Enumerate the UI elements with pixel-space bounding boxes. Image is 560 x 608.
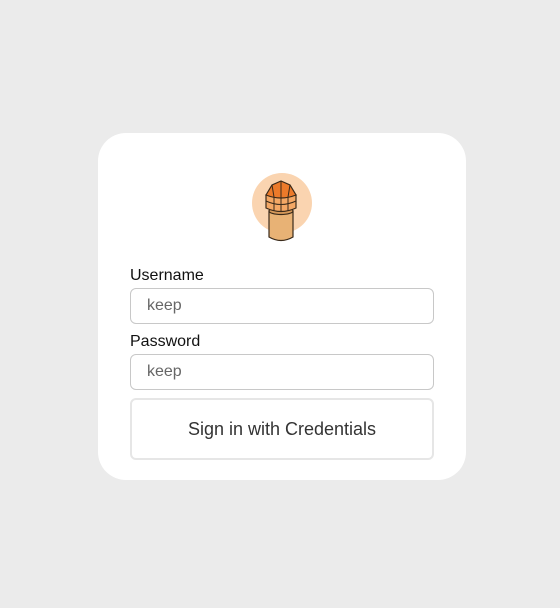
- password-label: Password: [130, 333, 201, 350]
- username-label: Username: [130, 267, 204, 284]
- login-card: Username Password Sign in with Credentia…: [98, 133, 466, 480]
- lighthouse-icon: [250, 171, 314, 245]
- username-input[interactable]: [130, 288, 434, 324]
- password-input[interactable]: [130, 354, 434, 390]
- sign-in-button[interactable]: Sign in with Credentials: [130, 398, 434, 460]
